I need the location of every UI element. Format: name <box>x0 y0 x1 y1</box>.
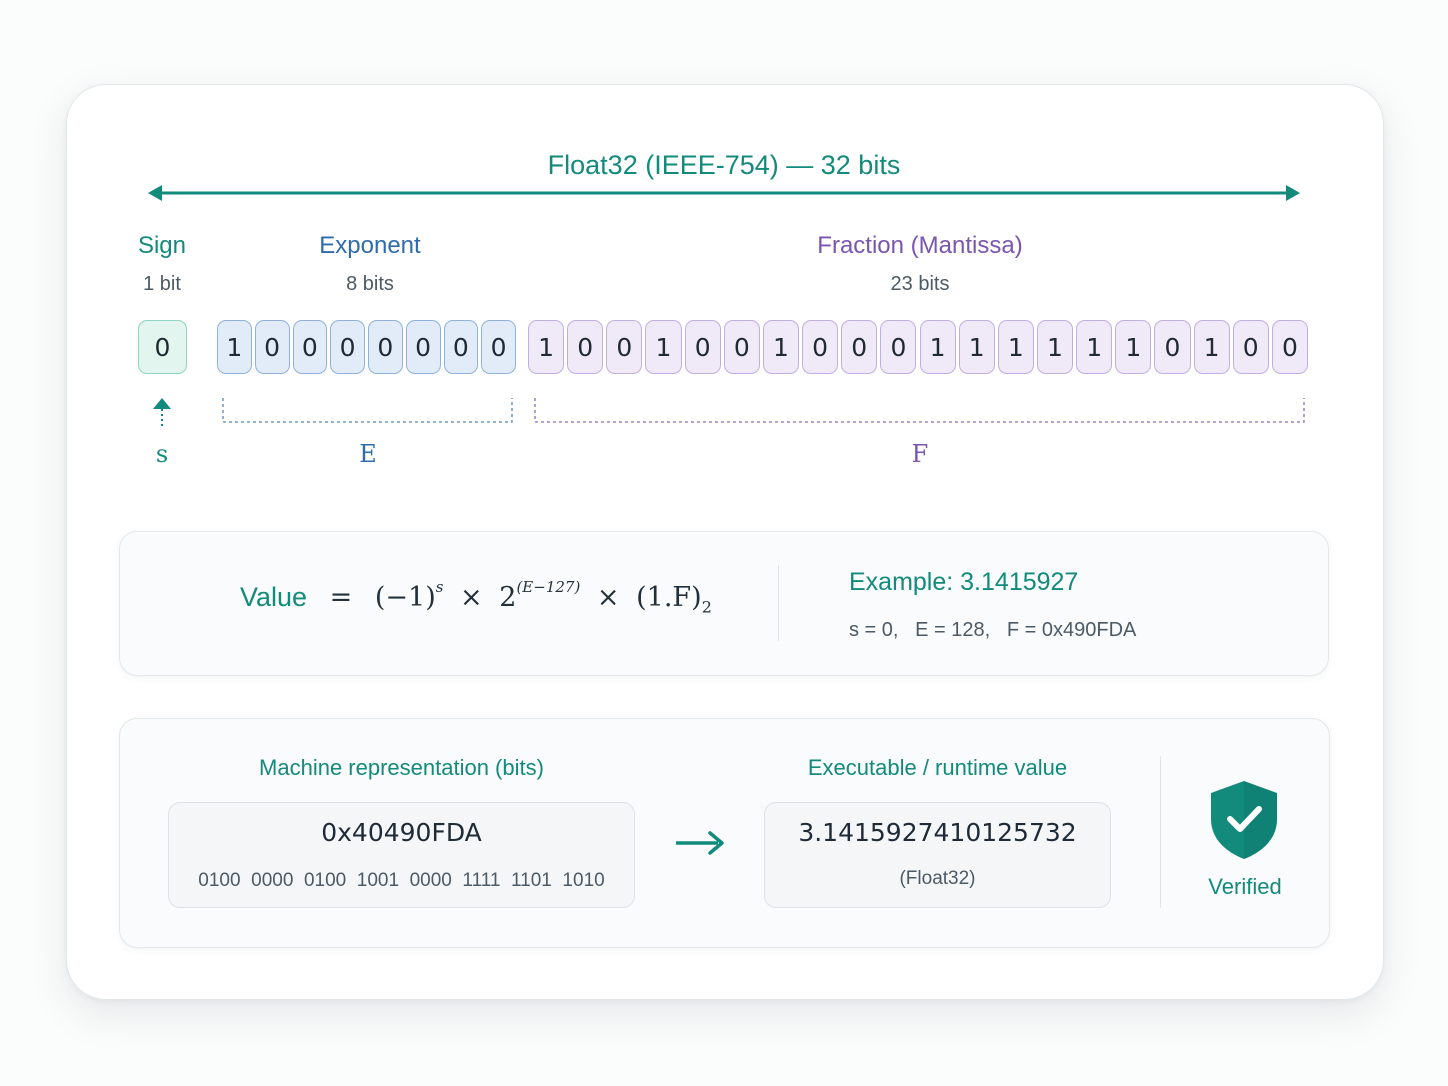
bit-cell-e-5: 0 <box>405 320 441 374</box>
machine-heading: Machine representation (bits) <box>259 755 544 780</box>
bit-cell-s-0: 0 <box>138 320 187 374</box>
formula-equals: = <box>329 582 353 613</box>
example-details: s = 0, E = 128, F = 0x490FDA <box>849 619 1137 641</box>
bit-cell-f-8: 0 <box>841 320 878 374</box>
runtime-heading: Executable / runtime value <box>807 755 1068 780</box>
bit-cell-f-14: 1 <box>1076 320 1113 374</box>
bit-cell-f-1: 0 <box>567 320 604 374</box>
bit-cell-f-18: 0 <box>1232 320 1269 374</box>
bit-cell-e-2: 0 <box>292 320 328 374</box>
sign-bits-label: 1 bit <box>143 273 181 295</box>
machine-hex: 0x40490FDA <box>321 818 482 847</box>
status-divider <box>1160 756 1161 908</box>
formula-sign-exp: s <box>435 578 444 596</box>
bit-cell-e-6: 0 <box>443 320 479 374</box>
bit-cell-e-3: 0 <box>330 320 365 374</box>
bit-cell-f-11: 1 <box>958 320 995 374</box>
formula-times-2: × <box>596 582 620 613</box>
bit-cell-f-6: 1 <box>762 320 800 374</box>
fraction-bits-label: 23 bits <box>890 273 950 295</box>
bit-cell-e-4: 0 <box>368 320 403 374</box>
sign-pointer-icon <box>153 398 171 426</box>
runtime-value: 3.1415927410125732 <box>798 818 1077 847</box>
bit-cell-e-0: 1 <box>217 320 252 374</box>
formula-two: 2 <box>499 582 517 613</box>
bit-cell-f-19: 0 <box>1271 320 1308 374</box>
bit-cell-f-16: 0 <box>1154 320 1191 374</box>
example-title: Example: 3.1415927 <box>849 568 1079 596</box>
bit-cell-f-5: 0 <box>723 320 760 374</box>
formula-divider <box>778 565 779 641</box>
exponent-bracket <box>222 398 513 423</box>
bit-cell-f-17: 1 <box>1193 320 1230 374</box>
formula-sign-term: (−1) <box>374 582 436 613</box>
exponent-symbol: E <box>359 440 377 468</box>
arrow-right-icon <box>676 831 724 855</box>
runtime-type: (Float32) <box>899 868 976 889</box>
verified-label: Verified <box>1208 874 1282 899</box>
bit-cell-f-0: 1 <box>528 320 565 374</box>
bit-cell-f-4: 0 <box>684 320 721 374</box>
diagram-title: Float32 (IEEE-754) — 32 bits <box>547 150 901 180</box>
sign-label: Sign <box>137 232 187 259</box>
fraction-symbol: F <box>911 440 929 468</box>
bit-cell-f-3: 1 <box>645 320 682 374</box>
formula-exp-term: (E−127) <box>516 578 581 596</box>
shield-check-icon <box>1211 781 1277 859</box>
machine-binary: 0100 0000 0100 1001 0000 1111 1101 1010 <box>198 870 605 891</box>
bit-cell-f-15: 1 <box>1115 320 1152 374</box>
bit-cell-f-7: 0 <box>802 320 839 374</box>
bit-cell-f-13: 1 <box>1036 320 1074 374</box>
bit-cell-e-1: 0 <box>254 320 290 374</box>
bit-cell-f-2: 0 <box>606 320 643 374</box>
bit-cell-e-7: 0 <box>481 320 516 374</box>
bit-cell-f-9: 0 <box>880 320 917 374</box>
bit-cell-f-10: 1 <box>919 320 956 374</box>
formula-times-1: × <box>460 582 483 613</box>
fraction-bracket <box>534 398 1305 423</box>
formula-mantissa: (1.F) <box>636 582 702 613</box>
bit-cell-f-12: 1 <box>997 320 1034 374</box>
exponent-bits-label: 8 bits <box>346 273 394 295</box>
fraction-label: Fraction (Mantissa) <box>817 232 1023 259</box>
sign-symbol: s <box>155 440 169 468</box>
formula-base: 2 <box>701 597 712 617</box>
formula-label: Value <box>240 582 308 612</box>
exponent-label: Exponent <box>319 232 421 259</box>
span-arrow-icon <box>148 185 1300 201</box>
value-formula: Value = (−1)s × 2(E−127) × (1.F)2 <box>240 578 712 617</box>
